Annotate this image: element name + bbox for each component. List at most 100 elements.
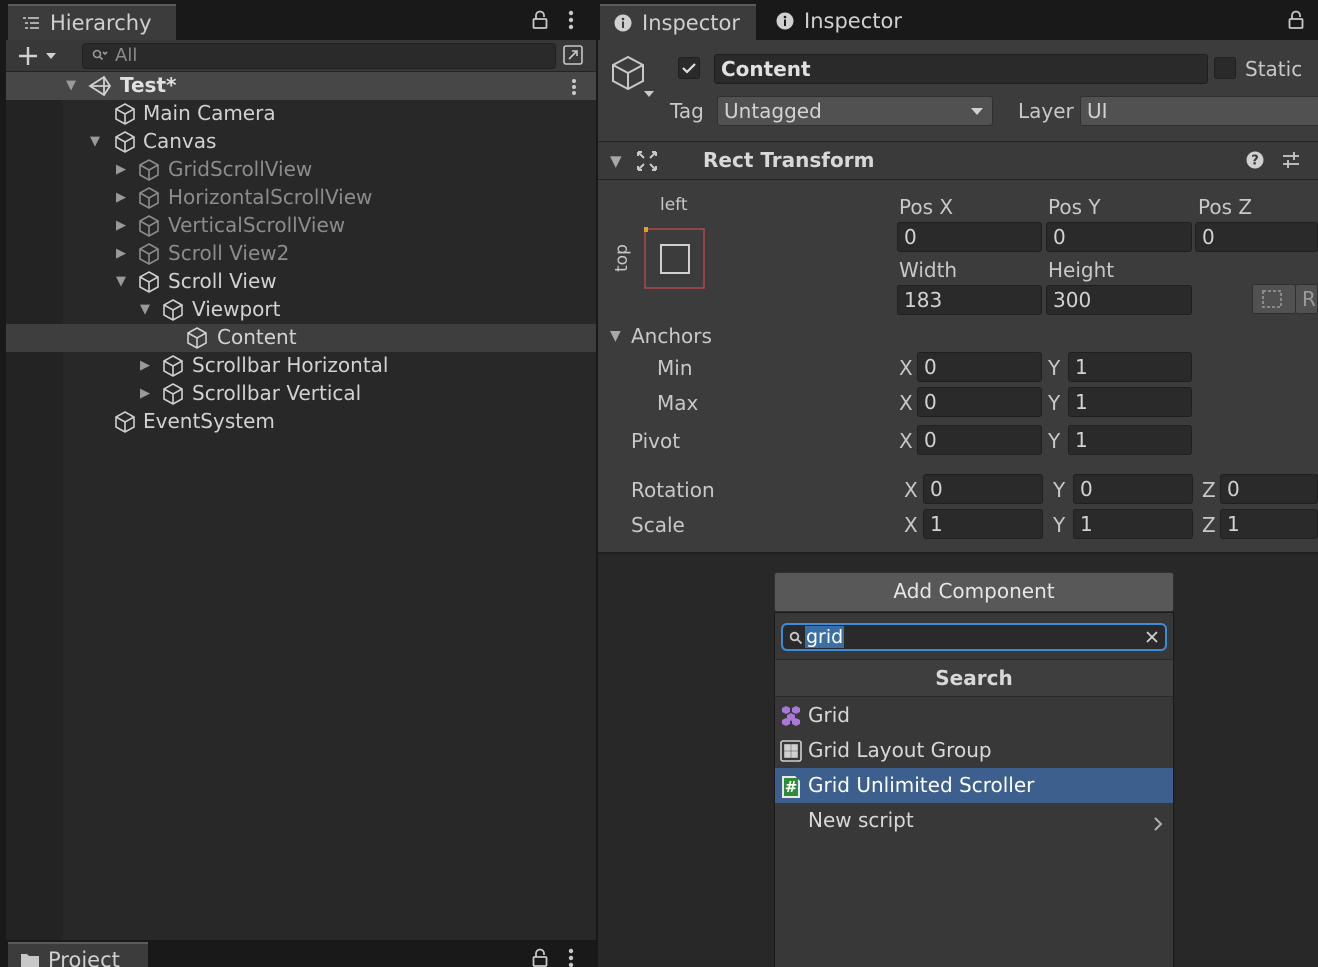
expand-arrow-icon[interactable]: ▶ bbox=[116, 246, 126, 261]
tree-item-canvas[interactable]: ▼ Canvas bbox=[6, 128, 596, 156]
blueprint-mode-button[interactable] bbox=[1252, 284, 1296, 314]
rect-transform-icon bbox=[636, 150, 658, 172]
anchor-min-y-input[interactable]: 1 bbox=[1068, 352, 1192, 382]
pos-y-input[interactable]: 0 bbox=[1046, 222, 1192, 252]
pivot-x-input[interactable]: 0 bbox=[917, 425, 1042, 455]
rotation-z-input[interactable]: 0 bbox=[1220, 474, 1318, 504]
tree-item-gridscrollview[interactable]: ▶ GridScrollView bbox=[6, 156, 596, 184]
scene-kebab-icon[interactable] bbox=[571, 78, 577, 96]
scene-visibility-icon[interactable] bbox=[562, 44, 584, 66]
kebab-menu-icon[interactable] bbox=[568, 10, 574, 30]
anchor-min-x-input[interactable]: 0 bbox=[917, 352, 1042, 382]
width-input[interactable]: 183 bbox=[897, 285, 1042, 315]
tree-item-scroll-view[interactable]: ▼ Scroll View bbox=[6, 268, 596, 296]
hierarchy-search-input[interactable]: All bbox=[82, 43, 556, 69]
tree-item-content[interactable]: Content bbox=[6, 324, 596, 352]
rect-transform-title: Rect Transform bbox=[703, 148, 875, 172]
collapse-arrow-icon[interactable]: ▼ bbox=[66, 78, 76, 93]
rotation-label: Rotation bbox=[631, 478, 715, 502]
pivot-y-letter: Y bbox=[1048, 429, 1061, 453]
tab-inspector-2-label: Inspector bbox=[804, 9, 902, 33]
expand-arrow-icon[interactable]: ▶ bbox=[116, 190, 126, 205]
tree-item-main-camera[interactable]: Main Camera bbox=[6, 100, 596, 128]
expand-arrow-icon[interactable]: ▶ bbox=[116, 162, 126, 177]
pos-z-input[interactable]: 0 bbox=[1195, 222, 1318, 252]
anchors-collapse-arrow-icon[interactable]: ▼ bbox=[610, 328, 621, 344]
tab-hierarchy-label: Hierarchy bbox=[50, 11, 152, 35]
rotation-x-input[interactable]: 0 bbox=[923, 474, 1043, 504]
tag-dropdown[interactable]: Untagged bbox=[717, 96, 993, 126]
inspector-lock-icon[interactable] bbox=[1288, 10, 1304, 30]
tab-inspector-1-label: Inspector bbox=[642, 11, 740, 35]
component-item-new-script[interactable]: New script bbox=[775, 803, 1173, 838]
lock-icon[interactable] bbox=[532, 10, 548, 30]
gameobject-cube-icon bbox=[113, 130, 137, 159]
help-icon[interactable]: ? bbox=[1246, 151, 1264, 169]
tree-item-label: Canvas bbox=[143, 129, 217, 153]
layer-dropdown[interactable]: UI bbox=[1080, 96, 1318, 126]
component-item-grid-layout-group[interactable]: Grid Layout Group bbox=[775, 733, 1173, 768]
scene-row[interactable]: ▼ Test* bbox=[6, 72, 596, 100]
clear-search-icon[interactable] bbox=[1145, 630, 1159, 644]
static-label: Static bbox=[1245, 57, 1303, 81]
gameobject-cube-icon bbox=[113, 102, 137, 131]
search-icon bbox=[789, 631, 803, 645]
tree-item-scrollbar-vertical[interactable]: ▶ Scrollbar Vertical bbox=[6, 380, 596, 408]
tab-hierarchy[interactable]: Hierarchy bbox=[8, 4, 176, 40]
anchor-preset-v-label: top bbox=[612, 244, 632, 272]
collapse-arrow-icon[interactable]: ▼ bbox=[90, 134, 100, 149]
raw-edit-button[interactable]: R bbox=[1295, 284, 1318, 314]
project-kebab-icon[interactable] bbox=[568, 948, 574, 967]
pivot-y-input[interactable]: 1 bbox=[1068, 425, 1192, 455]
info-icon bbox=[776, 12, 794, 30]
collapse-arrow-icon[interactable]: ▼ bbox=[140, 302, 150, 317]
height-input[interactable]: 300 bbox=[1046, 285, 1192, 315]
object-name-input[interactable]: Content bbox=[714, 54, 1208, 84]
gameobject-cube-icon bbox=[185, 326, 209, 355]
rotation-y-input[interactable]: 0 bbox=[1073, 474, 1193, 504]
component-search-input[interactable]: grid bbox=[781, 623, 1167, 651]
component-settings-icon[interactable] bbox=[1281, 150, 1301, 170]
collapse-arrow-icon[interactable]: ▼ bbox=[610, 152, 622, 170]
scale-x-input[interactable]: 1 bbox=[923, 509, 1043, 539]
gameobject-large-cube-icon[interactable] bbox=[610, 54, 658, 102]
pivot-x-letter: X bbox=[899, 429, 913, 453]
gameobject-cube-icon bbox=[113, 410, 137, 439]
anchor-max-x-input[interactable]: 0 bbox=[917, 387, 1042, 417]
search-section-title: Search bbox=[775, 659, 1173, 697]
component-item-grid-unlimited-scroller[interactable]: # Grid Unlimited Scroller bbox=[775, 768, 1173, 803]
active-checkbox[interactable] bbox=[678, 57, 700, 79]
expand-arrow-icon[interactable]: ▶ bbox=[140, 386, 150, 401]
scale-z-letter: Z bbox=[1202, 513, 1216, 537]
static-checkbox[interactable] bbox=[1214, 57, 1236, 79]
tree-item-label: Scrollbar Horizontal bbox=[192, 353, 389, 377]
tree-item-horizontalscrollview[interactable]: ▶ HorizontalScrollView bbox=[6, 184, 596, 212]
hierarchy-list-icon bbox=[22, 15, 40, 31]
anchor-presets-button[interactable] bbox=[644, 227, 706, 289]
tree-item-scrollbar-horizontal[interactable]: ▶ Scrollbar Horizontal bbox=[6, 352, 596, 380]
tab-project[interactable]: Project bbox=[8, 942, 148, 967]
scene-name: Test* bbox=[120, 73, 177, 97]
create-plus-icon[interactable] bbox=[18, 45, 62, 67]
collapse-arrow-icon[interactable]: ▼ bbox=[116, 274, 126, 289]
expand-arrow-icon[interactable]: ▶ bbox=[140, 358, 150, 373]
info-icon bbox=[614, 14, 632, 32]
tab-inspector-2[interactable]: Inspector bbox=[762, 4, 922, 40]
expand-arrow-icon[interactable]: ▶ bbox=[116, 218, 126, 233]
add-component-button[interactable]: Add Component bbox=[774, 572, 1174, 612]
component-item-grid[interactable]: Grid bbox=[775, 698, 1173, 733]
svg-text:#: # bbox=[785, 778, 798, 796]
tree-item-viewport[interactable]: ▼ Viewport bbox=[6, 296, 596, 324]
tree-item-scroll-view2[interactable]: ▶ Scroll View2 bbox=[6, 240, 596, 268]
tree-item-eventsystem[interactable]: EventSystem bbox=[6, 408, 596, 436]
tab-project-label: Project bbox=[48, 948, 120, 967]
tree-item-verticalscrollview[interactable]: ▶ VerticalScrollView bbox=[6, 212, 596, 240]
rect-transform-header[interactable]: ▼ Rect Transform ? bbox=[598, 142, 1318, 180]
scale-y-input[interactable]: 1 bbox=[1073, 509, 1193, 539]
tab-inspector-1[interactable]: Inspector bbox=[600, 4, 756, 40]
pos-x-input[interactable]: 0 bbox=[897, 222, 1042, 252]
scale-z-input[interactable]: 1 bbox=[1220, 509, 1318, 539]
project-lock-icon[interactable] bbox=[532, 948, 548, 967]
add-component-popup: grid Search Grid Grid Layout Group # Gri… bbox=[774, 612, 1174, 967]
anchor-max-y-input[interactable]: 1 bbox=[1068, 387, 1192, 417]
